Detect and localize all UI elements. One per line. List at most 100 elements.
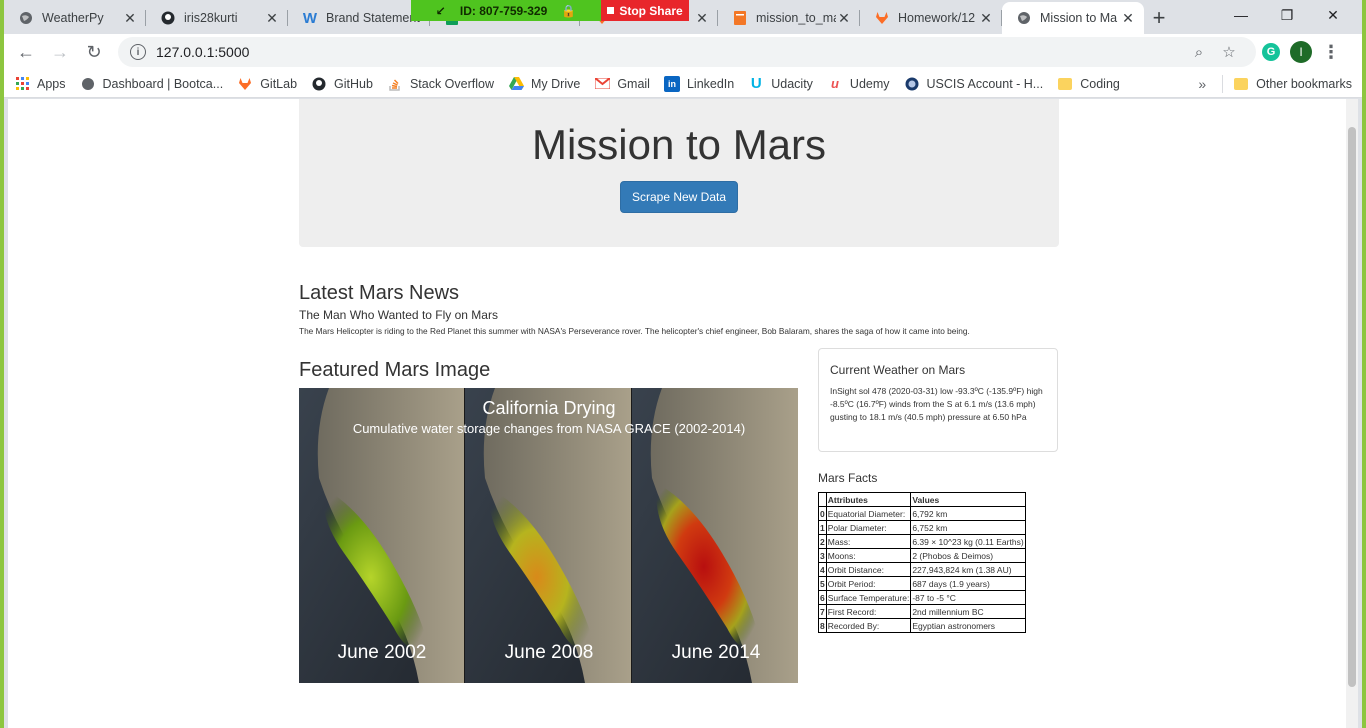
bookmark-uscis[interactable]: USCIS Account - H... — [904, 76, 1043, 92]
row-attribute: Orbit Period: — [825, 576, 912, 591]
facts-table: Attributes Values 0 Equatorial Diameter: 6… — [818, 492, 1026, 633]
minimize-icon[interactable]: — — [1218, 0, 1264, 30]
row-value: 6,752 km — [910, 520, 1026, 535]
zoom-icon[interactable]: ⌕ — [1184, 44, 1214, 61]
weather-panel: Current Weather on Mars InSight sol 478 … — [818, 348, 1058, 452]
bookmark-coding[interactable]: Coding — [1057, 76, 1120, 92]
image-label-2008: June 2008 — [505, 642, 594, 663]
row-index: 3 — [818, 548, 827, 563]
book-icon — [732, 10, 748, 26]
row-index: 8 — [818, 618, 827, 633]
featured-heading: Featured Mars Image — [299, 359, 491, 381]
bookmark-dashboard[interactable]: Dashboard | Bootca... — [80, 76, 223, 92]
bookmark-github[interactable]: GitHub — [311, 76, 373, 92]
tab-mission-to-mars-notebook[interactable]: mission_to_ma ✕ — [718, 2, 860, 34]
close-icon[interactable]: ✕ — [122, 10, 138, 27]
featured-image: California Drying Cumulative water stora… — [299, 388, 798, 683]
row-attribute: Surface Temperature: — [825, 590, 912, 605]
row-attribute: Polar Diameter: — [825, 520, 912, 535]
table-row: 6 Surface Temperature: -87 to -5 °C — [818, 590, 1026, 605]
bookmark-udacity[interactable]: U Udacity — [748, 75, 813, 92]
grammarly-icon[interactable]: G — [1256, 43, 1286, 61]
facts-heading: Mars Facts — [818, 471, 878, 485]
row-value: 6,792 km — [910, 506, 1026, 521]
row-index: 1 — [818, 520, 827, 535]
bookmark-stackoverflow[interactable]: Stack Overflow — [387, 76, 494, 92]
info-icon[interactable]: i — [130, 44, 146, 60]
word-icon: W — [302, 9, 318, 27]
tab-label: WeatherPy — [42, 11, 104, 25]
lock-icon: 🔒 — [561, 3, 577, 18]
url-text[interactable]: 127.0.0.1:5000 — [156, 44, 1184, 60]
table-row: 0 Equatorial Diameter: 6,792 km — [818, 506, 1026, 521]
row-value: 227,943,824 km (1.38 AU) — [910, 562, 1026, 577]
menu-icon[interactable]: ⋮ — [1316, 42, 1346, 63]
back-icon[interactable]: ← — [10, 36, 42, 68]
tab-weatherpy[interactable]: WeatherPy ✕ — [4, 2, 146, 34]
share-id[interactable]: ↙ ID: 807-759-329 🔒 — [411, 0, 601, 21]
chevron-more-icon[interactable]: » — [1198, 76, 1206, 92]
restore-icon[interactable]: ❐ — [1264, 0, 1310, 30]
row-value: 687 days (1.9 years) — [910, 576, 1026, 591]
news-title: The Man Who Wanted to Fly on Mars — [299, 308, 498, 322]
row-value: 2 (Phobos & Deimos) — [910, 548, 1026, 563]
close-window-icon[interactable]: ✕ — [1310, 0, 1356, 30]
forward-icon[interactable]: → — [44, 36, 76, 68]
udemy-icon: u — [830, 76, 839, 91]
new-tab-button[interactable]: + — [1144, 2, 1174, 34]
tab-label: mission_to_ma — [756, 11, 836, 25]
row-attribute: Moons: — [825, 548, 912, 563]
weather-text: InSight sol 478 (2020-03-31) low -93.3ºC… — [830, 386, 1043, 422]
bookmark-udemy[interactable]: u Udemy — [827, 76, 890, 92]
tab-label: Homework/12 — [898, 11, 976, 25]
profile-avatar[interactable]: I — [1286, 41, 1316, 63]
stop-share-label: Stop Share — [619, 3, 683, 18]
bookmark-gitlab[interactable]: GitLab — [237, 76, 297, 92]
image-label-2002: June 2002 — [338, 642, 427, 663]
row-index: 4 — [818, 562, 827, 577]
row-value: Egyptian astronomers — [910, 618, 1026, 633]
close-icon[interactable]: ✕ — [694, 10, 710, 27]
row-index: 6 — [818, 590, 827, 605]
gitlab-icon — [237, 76, 253, 92]
scrollbar-thumb[interactable] — [1348, 127, 1356, 687]
tab-label: Mission to Ma — [1040, 11, 1118, 25]
udacity-icon: U — [750, 75, 762, 92]
tab-homework[interactable]: Homework/12 ✕ — [860, 2, 1002, 34]
bookmarks-bar: Apps Dashboard | Bootca... GitLab GitHub… — [4, 70, 1362, 98]
page-scrollbar[interactable] — [1346, 99, 1358, 728]
address-bar[interactable]: i 127.0.0.1:5000 ⌕ ☆ — [118, 37, 1256, 67]
row-attribute: Recorded By: — [825, 618, 912, 633]
table-row: 4 Orbit Distance: 227,943,824 km (1.38 AU) — [818, 562, 1026, 577]
globe-icon — [1016, 10, 1032, 26]
bookmark-apps[interactable]: Apps — [14, 76, 66, 92]
seal-icon — [904, 76, 920, 92]
table-row: 8 Recorded By: Egyptian astronomers — [818, 618, 1026, 633]
row-attribute: Mass: — [825, 534, 912, 549]
weather-heading: Current Weather on Mars — [830, 363, 966, 377]
table-row: 5 Orbit Period: 687 days (1.9 years) — [818, 576, 1026, 591]
tab-brand-statement[interactable]: W Brand Statement — [288, 2, 430, 34]
bookmark-gmail[interactable]: Gmail — [594, 76, 650, 92]
facts-body: 0 Equatorial Diameter: 6,792 km 1 Polar Dia… — [818, 506, 1026, 633]
bookmark-linkedin[interactable]: in LinkedIn — [663, 75, 734, 92]
tab-github[interactable]: iris28kurti ✕ — [146, 2, 288, 34]
close-icon[interactable]: ✕ — [264, 10, 280, 27]
bookmark-my-drive[interactable]: My Drive — [508, 76, 580, 92]
page-title: Mission to Mars — [531, 121, 827, 168]
close-icon[interactable]: ✕ — [1120, 10, 1136, 27]
globe-icon — [80, 76, 96, 92]
bookmark-other[interactable]: Other bookmarks — [1233, 76, 1352, 92]
star-icon[interactable]: ☆ — [1214, 43, 1244, 61]
scrape-button[interactable]: Scrape New Data — [619, 181, 739, 213]
jumbotron: Mission to Mars Scrape New Data — [299, 99, 1059, 247]
tab-mission-to-mars[interactable]: Mission to Ma ✕ — [1002, 2, 1144, 34]
close-icon[interactable]: ✕ — [836, 10, 852, 27]
stop-share-button[interactable]: Stop Share — [601, 0, 689, 21]
folder-icon — [1233, 76, 1249, 92]
stop-icon — [607, 7, 615, 14]
close-icon[interactable]: ✕ — [978, 10, 994, 27]
linkedin-icon: in — [663, 75, 680, 92]
index-header — [818, 492, 827, 507]
reload-icon[interactable]: ↻ — [78, 36, 110, 68]
